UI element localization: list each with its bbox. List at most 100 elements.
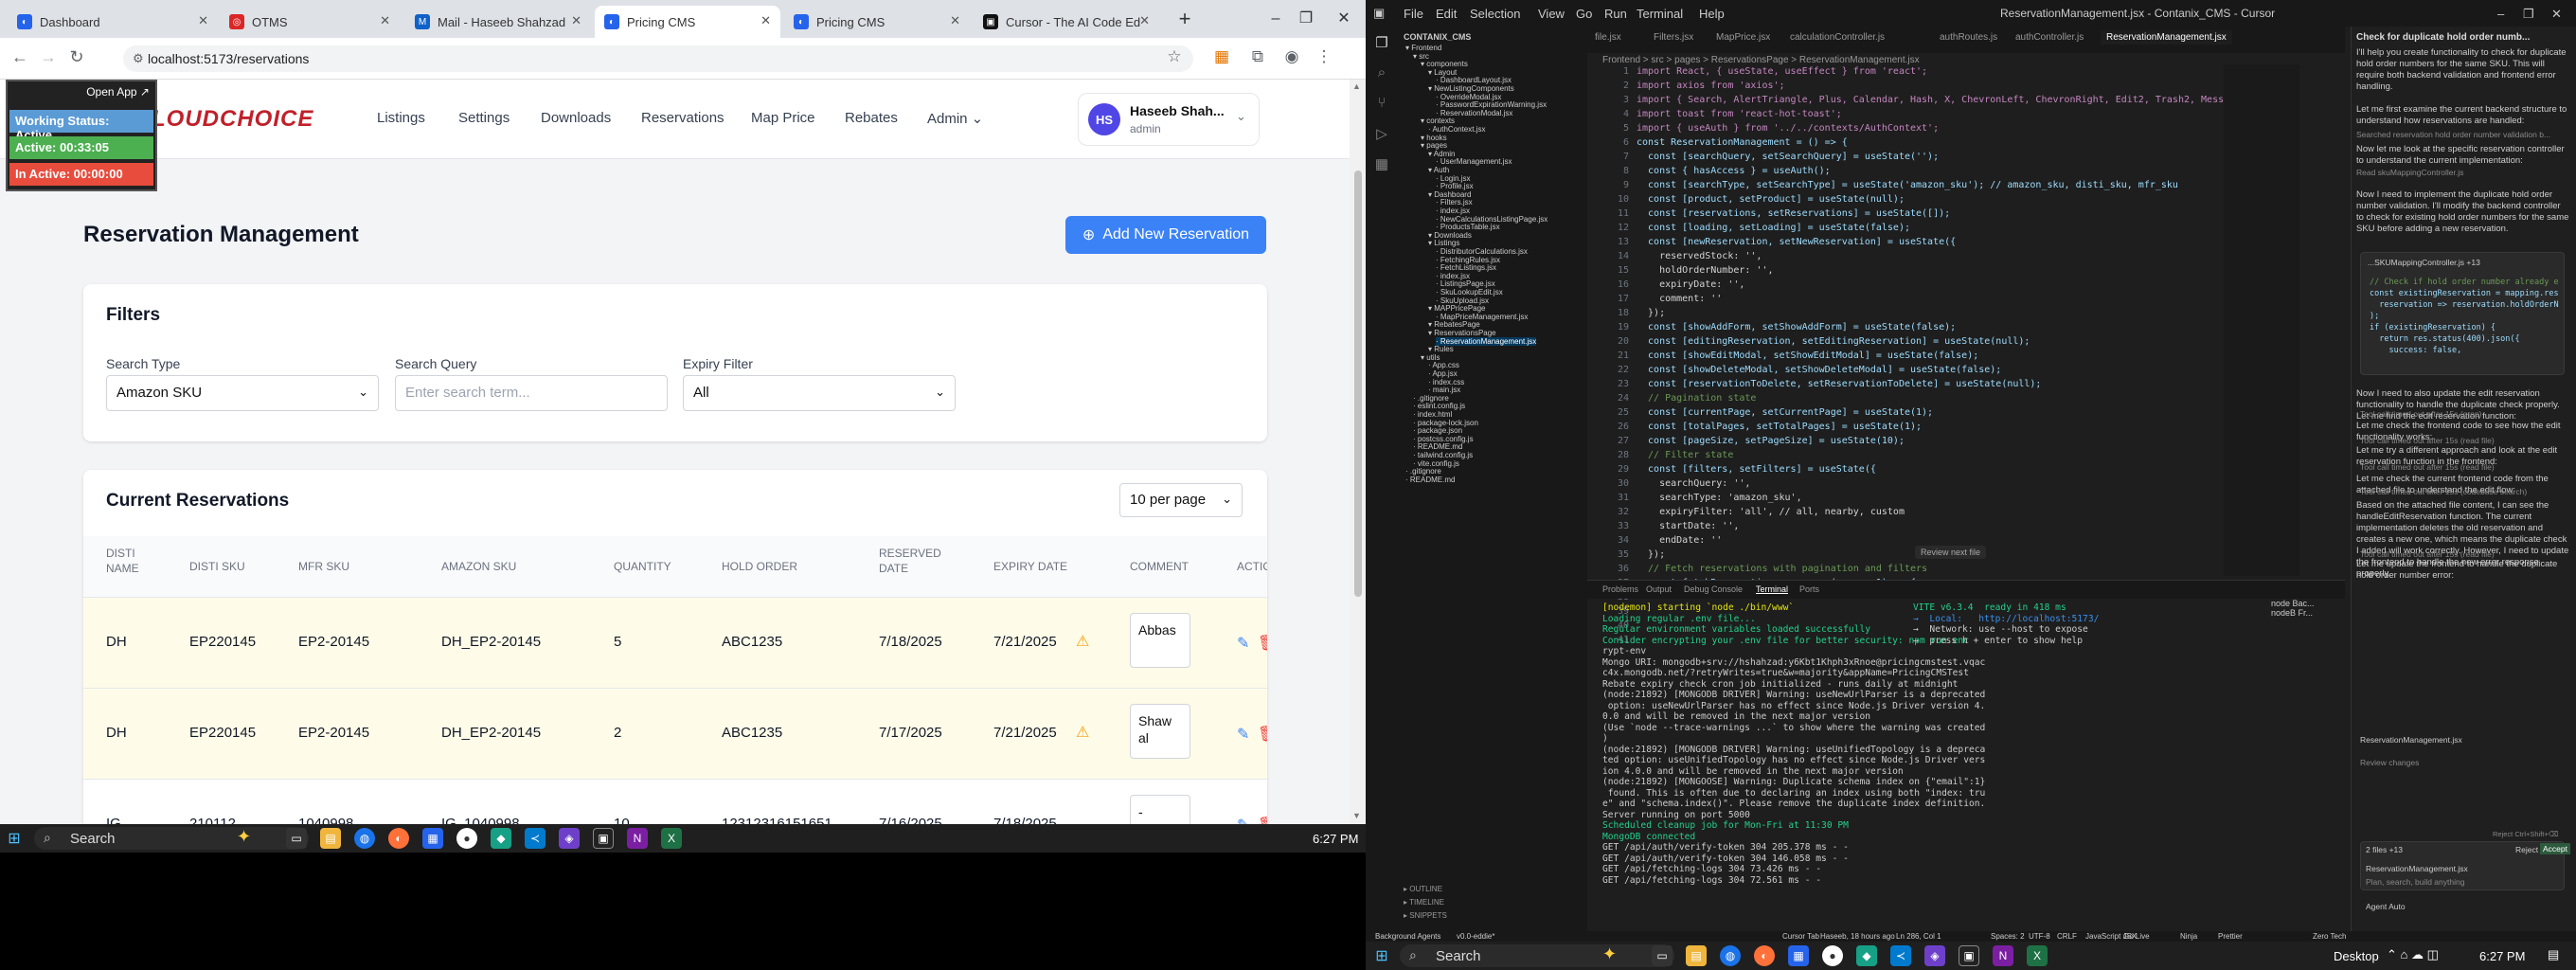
menu-view[interactable]: View bbox=[1538, 7, 1565, 21]
tab-output[interactable]: Output bbox=[1646, 584, 1672, 594]
edit-icon[interactable]: ✎ bbox=[1237, 634, 1249, 653]
scroll-up-icon[interactable]: ▲ bbox=[1352, 81, 1361, 91]
desktop-label[interactable]: Desktop bbox=[2334, 949, 2379, 963]
edit-icon[interactable]: ✎ bbox=[1237, 725, 1249, 744]
close-window-icon[interactable]: ✕ bbox=[1322, 0, 1366, 38]
status-item[interactable]: Go Live bbox=[2123, 932, 2150, 941]
tab-ports[interactable]: Ports bbox=[1799, 584, 1819, 594]
menu-run[interactable]: Run bbox=[1604, 7, 1627, 21]
cursor-icon[interactable]: ▣ bbox=[1959, 945, 1979, 966]
reject-button[interactable]: Reject bbox=[2515, 845, 2538, 854]
terminal-frontend[interactable]: VITE v6.3.4 ready in 418 ms → Local: http… bbox=[1913, 602, 2121, 646]
comment-box[interactable]: Abbas bbox=[1130, 613, 1190, 668]
app-icon[interactable]: ▦ bbox=[1788, 945, 1809, 966]
status-item[interactable]: Haseeb, 18 hours ago bbox=[1820, 932, 1895, 941]
close-tab-icon[interactable]: ✕ bbox=[380, 13, 390, 28]
editor-tab[interactable]: Filters.jsx bbox=[1654, 32, 1693, 43]
tab-cursor[interactable]: ▣ Cursor - The AI Code Ed ✕ bbox=[974, 6, 1159, 38]
minimap[interactable] bbox=[2224, 64, 2299, 576]
status-item[interactable]: Prettier bbox=[2218, 932, 2243, 941]
explorer-icon[interactable]: ❐ bbox=[1372, 34, 1391, 53]
site-info-icon[interactable]: ⚙ bbox=[133, 51, 144, 66]
notification-icon[interactable]: ▤ bbox=[2548, 947, 2559, 962]
outline-section[interactable]: ▸ OUTLINE bbox=[1404, 885, 1442, 893]
comment-box[interactable]: Shaw al bbox=[1130, 704, 1190, 759]
excel-icon[interactable]: X bbox=[661, 828, 682, 849]
menu-file[interactable]: File bbox=[1404, 7, 1423, 21]
editor-tab[interactable]: MapPrice.jsx bbox=[1716, 32, 1770, 43]
status-item[interactable]: UTF-8 bbox=[2029, 932, 2050, 941]
chrome-icon[interactable]: ◍ bbox=[354, 828, 375, 849]
close-tab-icon[interactable]: ✕ bbox=[950, 13, 960, 28]
app-icon[interactable]: ◈ bbox=[1924, 945, 1945, 966]
app-icon[interactable]: ◆ bbox=[491, 828, 511, 849]
editor-tab[interactable]: authRoutes.js bbox=[1940, 32, 1997, 43]
back-icon[interactable]: ← bbox=[8, 47, 32, 67]
status-item[interactable]: v0.0-eddie* bbox=[1457, 932, 1494, 941]
delete-icon[interactable]: 🗑 bbox=[1258, 634, 1267, 653]
file-explorer-icon[interactable]: ▤ bbox=[320, 828, 341, 849]
obs-icon[interactable]: ● bbox=[1822, 945, 1843, 966]
changed-file[interactable]: ReservationManagement.jsx bbox=[2366, 864, 2468, 873]
status-item[interactable]: Ln 286, Col 1 bbox=[1896, 932, 1941, 941]
nav-downloads[interactable]: Downloads bbox=[541, 110, 611, 126]
code-editor[interactable]: import React, { useState, useEffect } fr… bbox=[1637, 64, 2318, 590]
agent-mode-select[interactable]: Agent Auto bbox=[2366, 902, 2406, 911]
chat-input[interactable]: Plan, search, build anything bbox=[2366, 877, 2464, 887]
menu-terminal[interactable]: Terminal bbox=[1637, 7, 1683, 21]
tree-file[interactable]: · README.md bbox=[1405, 476, 1455, 484]
vscode-icon[interactable]: ≺ bbox=[1890, 945, 1911, 966]
editor-tab-active[interactable]: ReservationManagement.jsx bbox=[2101, 30, 2232, 45]
edit-icon[interactable]: ✎ bbox=[1237, 816, 1249, 824]
chat-file-chip[interactable]: ReservationManagement.jsx bbox=[2360, 735, 2462, 745]
review-changes-link[interactable]: Review changes bbox=[2360, 758, 2419, 767]
tab-debug-console[interactable]: Debug Console bbox=[1684, 584, 1743, 594]
user-menu[interactable]: HS Haseeb Shah... admin ⌄ bbox=[1078, 93, 1260, 146]
source-control-icon[interactable]: ⑂ bbox=[1372, 95, 1391, 114]
firefox-icon[interactable]: ◐ bbox=[1754, 945, 1775, 966]
menu-help[interactable]: Help bbox=[1699, 7, 1725, 21]
status-item[interactable]: Spaces: 2 bbox=[1991, 932, 2025, 941]
menu-kebab-icon[interactable]: ⋮ bbox=[1313, 47, 1335, 66]
tab-otms[interactable]: ◎ OTMS ✕ bbox=[220, 6, 400, 38]
app-icon[interactable]: ◈ bbox=[559, 828, 580, 849]
profile-icon[interactable]: ◉ bbox=[1280, 47, 1303, 66]
obs-icon[interactable]: ● bbox=[456, 828, 477, 849]
excel-icon[interactable]: X bbox=[2027, 945, 2048, 966]
add-reservation-button[interactable]: ⊕ Add New Reservation bbox=[1065, 216, 1266, 254]
tab-problems[interactable]: Problems bbox=[1602, 584, 1638, 594]
nav-reservations[interactable]: Reservations bbox=[641, 110, 724, 126]
nav-settings[interactable]: Settings bbox=[458, 110, 510, 126]
page-scrollbar-thumb[interactable] bbox=[1354, 171, 1362, 597]
open-app-link[interactable]: Open App ↗ bbox=[86, 85, 150, 99]
status-item[interactable]: CRLF bbox=[2057, 932, 2077, 941]
brand-logo[interactable]: LOUDCHOICE bbox=[152, 106, 313, 133]
cursor-icon[interactable]: ▣ bbox=[593, 828, 614, 849]
tab-mail[interactable]: M Mail - Haseeb Shahzad ✕ bbox=[405, 6, 591, 38]
task-view-icon[interactable]: ▭ bbox=[286, 828, 307, 849]
close-tab-icon[interactable]: ✕ bbox=[1139, 13, 1150, 28]
windows-start-icon[interactable]: ⊞ bbox=[4, 828, 25, 849]
accept-button[interactable]: Accept bbox=[2540, 843, 2570, 854]
delete-icon[interactable]: 🗑 bbox=[1258, 725, 1267, 744]
status-item[interactable]: Cursor Tab bbox=[1782, 932, 1819, 941]
expiry-filter-select[interactable]: All ⌄ bbox=[683, 375, 956, 411]
editor-tab[interactable]: authController.js bbox=[2015, 32, 2084, 43]
snippets-section[interactable]: ▸ SNIPPETS bbox=[1404, 911, 1447, 920]
close-window-icon[interactable]: ✕ bbox=[2551, 7, 2562, 22]
editor-tab[interactable]: calculationController.js bbox=[1790, 32, 1885, 43]
menu-selection[interactable]: Selection bbox=[1470, 7, 1520, 21]
app-icon[interactable]: ▦ bbox=[422, 828, 443, 849]
nav-admin[interactable]: Admin ⌄ bbox=[927, 110, 983, 127]
firefox-icon[interactable]: ◐ bbox=[388, 828, 409, 849]
tab-dashboard[interactable]: ◐ Dashboard ✕ bbox=[8, 6, 218, 38]
chrome-icon[interactable]: ◍ bbox=[1720, 945, 1741, 966]
reload-icon[interactable]: ↻ bbox=[64, 47, 89, 67]
terminal-entry[interactable]: nodeB Fr... bbox=[2271, 608, 2347, 618]
nav-rebates[interactable]: Rebates bbox=[845, 110, 898, 126]
restore-icon[interactable]: ❐ bbox=[2523, 7, 2534, 22]
status-item[interactable]: Background Agents bbox=[1375, 932, 1440, 941]
tray-icons[interactable]: ⌃ ⌂ ☁ ◫ bbox=[2387, 947, 2439, 962]
comment-box[interactable]: - bbox=[1130, 795, 1190, 824]
minimize-icon[interactable]: – bbox=[2497, 7, 2504, 21]
